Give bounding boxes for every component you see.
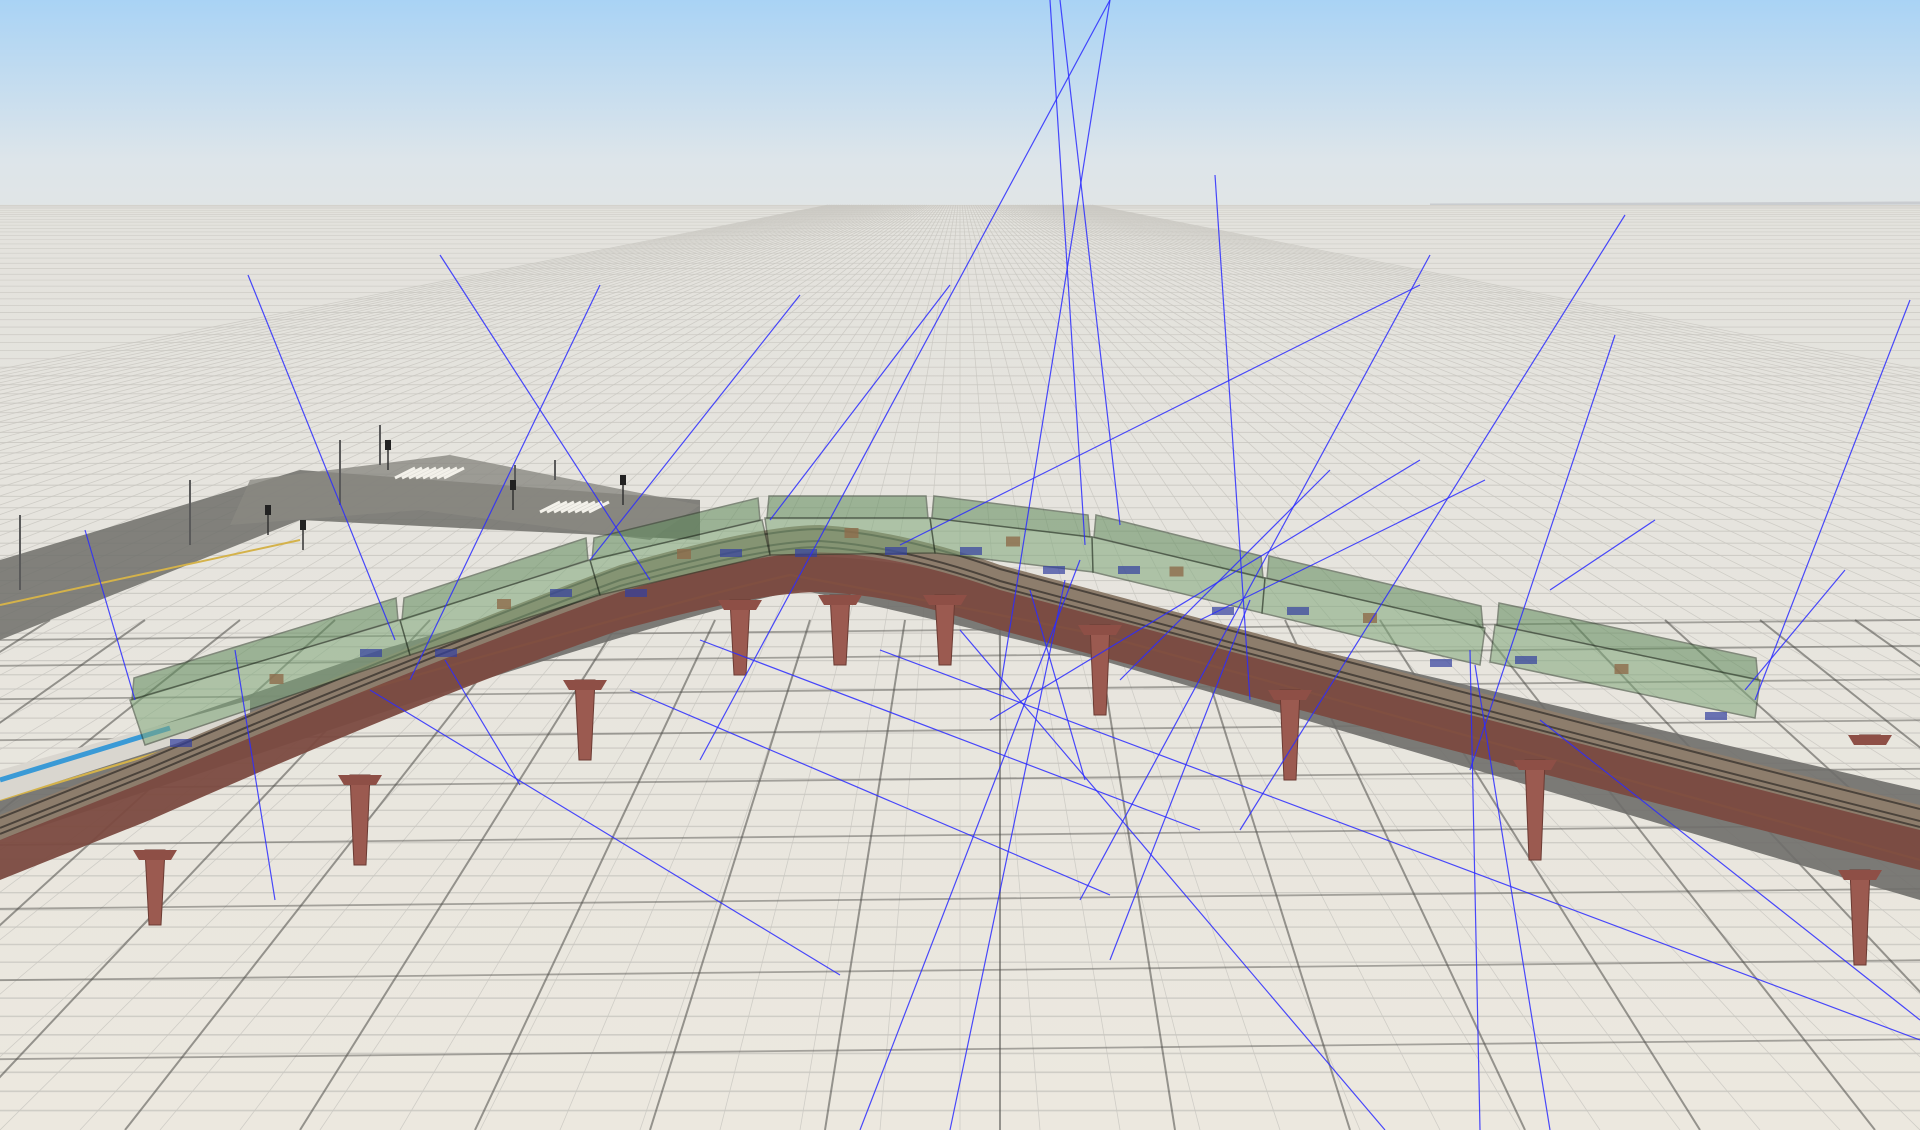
pier-cap [338,775,382,785]
traffic-signal [385,440,391,450]
train-car-roof [766,495,929,519]
bogie [1118,566,1140,574]
train-car[interactable] [764,495,936,557]
pier-cap [923,595,967,605]
bogie [885,547,907,555]
game-viewport[interactable] [0,0,1920,1130]
bogie [550,589,572,597]
pier-cap [133,850,177,860]
car-interior-detail [497,599,511,609]
viaduct-pier [574,679,596,761]
viaduct-pier [729,599,751,676]
viaduct-pier [1089,624,1111,716]
bogie [360,649,382,657]
bogie [720,549,742,557]
bogie [960,547,982,555]
bogie [1705,712,1727,720]
car-interior-detail [1169,566,1184,577]
pier-cap [563,680,607,690]
pier-cap [1848,735,1892,745]
bogie [1430,659,1452,667]
viaduct-pier [934,594,956,666]
bogie [170,739,192,747]
bogie [1287,607,1309,615]
viaduct-pier [1849,869,1871,966]
viaduct-pier [829,594,851,666]
pier-cap [1838,870,1882,880]
viaduct-pier [144,849,166,926]
car-interior-detail [1614,664,1629,674]
car-interior-detail [269,674,284,684]
pier-cap [718,600,762,610]
car-interior-detail [844,528,859,538]
viaduct-pier [1524,759,1546,861]
scene-canvas[interactable] [0,0,1920,1130]
car-interior-detail [677,549,691,559]
bogie [1515,656,1537,664]
traffic-signal [620,475,626,485]
bogie [1043,566,1065,574]
viaduct-pier [1279,689,1301,781]
traffic-signal [300,520,306,530]
pier-cap [818,595,862,605]
pier-cap [1513,760,1557,770]
car-interior-detail [1006,536,1020,547]
viaduct-pier [349,774,371,866]
bogie [435,649,457,657]
bogie [625,589,647,597]
pier-cap [1078,625,1122,635]
traffic-signal [265,505,271,515]
horizon-haze [1429,201,1920,207]
traffic-signal [510,480,516,490]
pier-cap [1268,690,1312,700]
